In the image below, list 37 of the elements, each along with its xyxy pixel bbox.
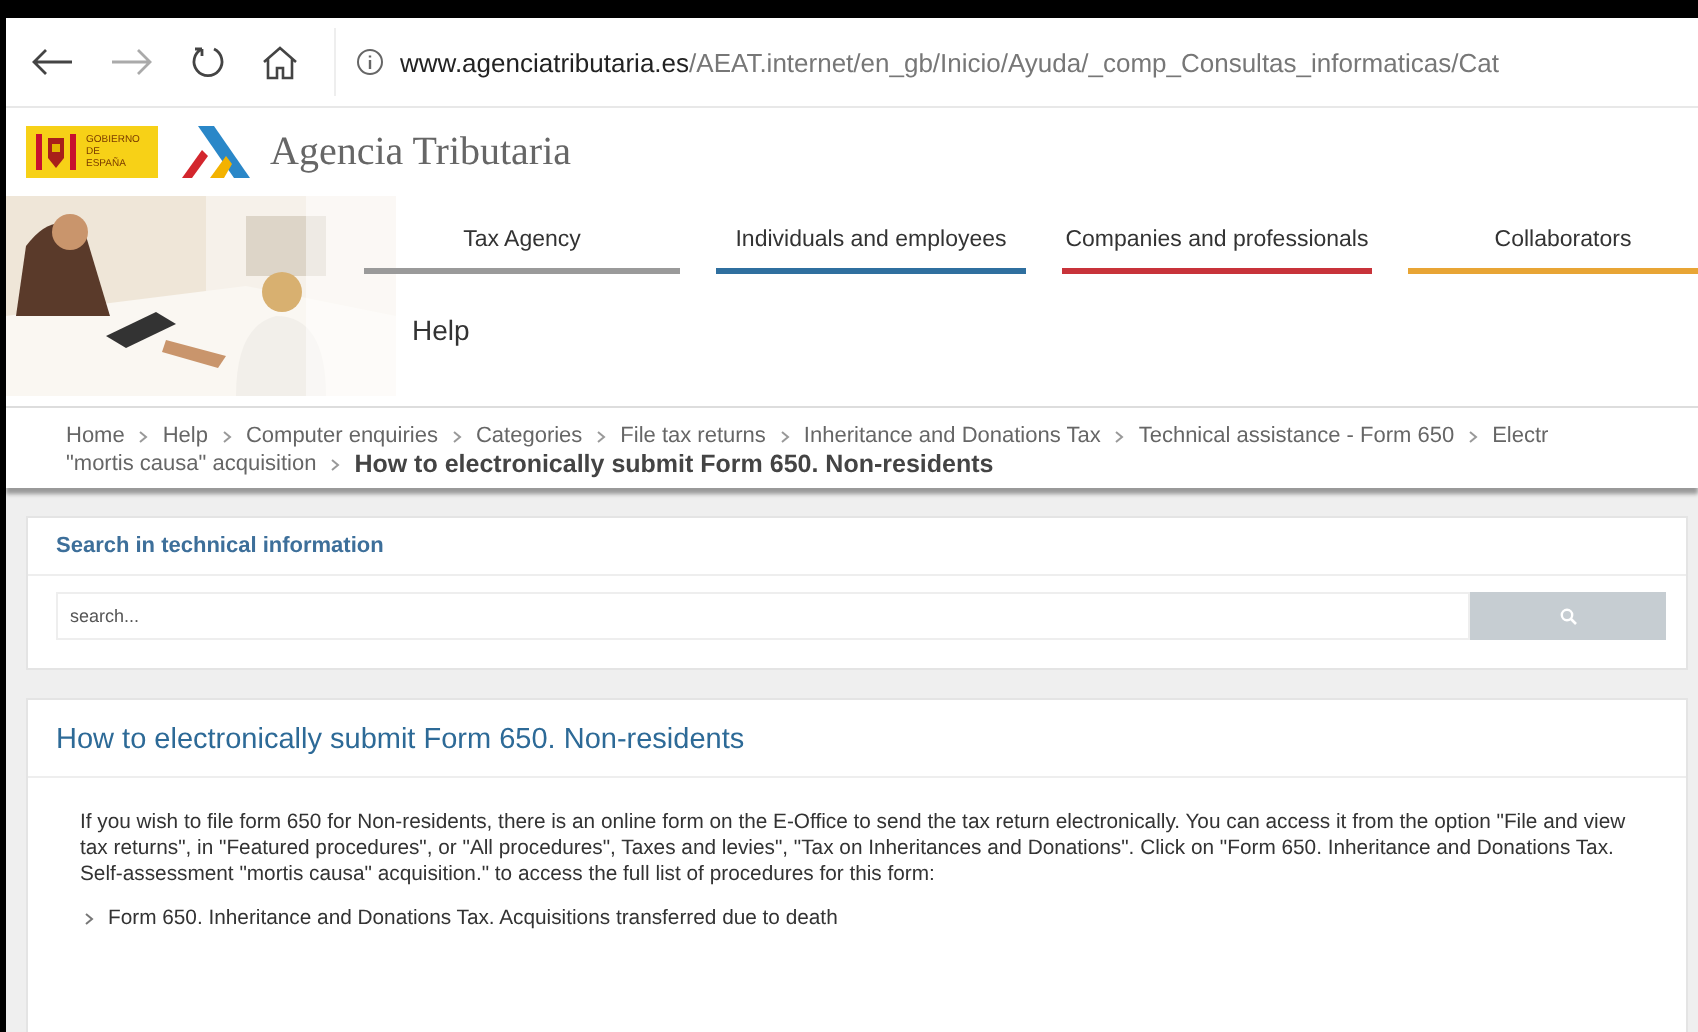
refresh-icon[interactable] bbox=[188, 42, 228, 82]
section-title: Help bbox=[412, 314, 472, 346]
nav-tab[interactable]: Tax Agency bbox=[364, 228, 680, 274]
chevron-icon bbox=[138, 429, 149, 443]
coat-of-arms-icon bbox=[34, 130, 78, 174]
address-bar[interactable]: www.agenciatributaria.es/AEAT.internet/en_gb/Inicio/Ayuda/_comp_Consultas_informaticas/Cat bbox=[334, 28, 1698, 96]
agency-name[interactable]: Agencia Tributaria bbox=[270, 129, 572, 175]
chevron-icon bbox=[779, 429, 790, 443]
procedure-link[interactable]: Form 650. Inheritance and Donations Tax. Acquisitions transferred due to death bbox=[108, 908, 838, 930]
nav-tab[interactable]: Collaborators bbox=[1408, 228, 1698, 274]
search-field[interactable]: search... bbox=[56, 592, 1470, 640]
search-title: Search in technical information bbox=[28, 518, 1686, 576]
breadcrumb-link[interactable]: File tax returns bbox=[620, 424, 766, 448]
nav-tab[interactable]: Individuals and employees bbox=[716, 228, 1026, 274]
home-icon[interactable] bbox=[260, 44, 300, 80]
chevron-icon bbox=[221, 429, 232, 443]
chevron-icon bbox=[1114, 429, 1125, 443]
back-icon[interactable] bbox=[28, 46, 76, 78]
breadcrumb-link[interactable]: Home bbox=[66, 424, 125, 448]
breadcrumb-link[interactable]: Computer enquiries bbox=[245, 424, 438, 448]
search-icon bbox=[1559, 607, 1577, 625]
breadcrumb-link[interactable]: Help bbox=[162, 424, 208, 448]
breadcrumb-link[interactable]: Categories bbox=[475, 424, 583, 448]
breadcrumb-link[interactable]: Electr bbox=[1492, 424, 1549, 448]
chevron-icon bbox=[451, 429, 462, 443]
chevron-icon bbox=[84, 912, 94, 926]
breadcrumb-link[interactable]: "mortis causa" acquisition bbox=[66, 452, 317, 476]
breadcrumb-link[interactable]: Technical assistance - Form 650 bbox=[1138, 424, 1455, 448]
article-text: If you wish to file form 650 for Non-residents, there is an online form on the E-Office to send the tax return electronically. You can access it from the option "File and view tax returns", in "Featured procedures", or "All procedures", Taxes and levies", "Tax on Inheritances and Donations". Click on "Form 650. Inheritance and Donations Tax. Self-assessment "mortis causa" acquisition." to access the full list of procedures for this form: bbox=[80, 810, 1628, 888]
info-icon bbox=[356, 48, 384, 76]
chevron-icon bbox=[596, 429, 607, 443]
breadcrumb-current: How to electronically submit Form 650. Non-residents bbox=[354, 450, 994, 478]
chevron-icon bbox=[1468, 429, 1479, 443]
breadcrumb-link[interactable]: Inheritance and Donations Tax bbox=[803, 424, 1101, 448]
nav-tab[interactable]: Companies and professionals bbox=[1062, 228, 1372, 274]
article-title: How to electronically submit Form 650. Non-residents bbox=[28, 700, 1686, 778]
chevron-icon bbox=[330, 457, 341, 471]
